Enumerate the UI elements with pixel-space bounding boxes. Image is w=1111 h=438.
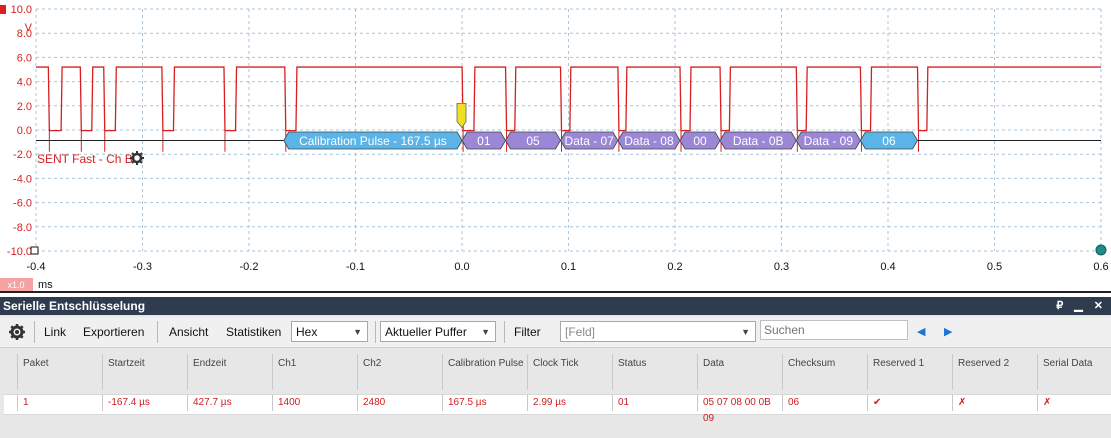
decoded-packet-label: 05 [526,134,540,148]
y-tick-label: 6.0 [17,52,32,64]
panel-title: Serielle Entschlüsselung [3,299,146,313]
table-row[interactable]: 1 -167.4 µs 427.7 µs 1400 2480 167.5 µs 2.99 µ… [4,394,1111,424]
decoded-packet-label: 01 [477,134,491,148]
table-cell: -167.4 µs [102,395,187,411]
x-tick-label: 0.2 [667,261,682,273]
link-button[interactable]: Link [44,322,66,342]
field-value: [Feld] [565,325,596,339]
settings-gear-icon[interactable] [8,322,28,342]
chevron-down-icon: ▼ [481,327,490,337]
table-cell: ✗ [952,395,1037,411]
scope-plot[interactable]: 10.08.06.04.02.00.0-2.0-4.0-6.0-8.0-10.0… [0,0,1111,293]
y-tick-label: 0.0 [17,125,32,137]
x-unit-label: ms [38,279,53,291]
y-tick-label: -8.0 [13,222,32,234]
decoded-packet-label: Data - 07 [565,134,615,148]
x-tick-label: 0.3 [774,261,789,273]
column-header[interactable]: Status [612,354,697,390]
column-header[interactable]: Ch2 [357,354,442,390]
x-tick-label: 0.0 [454,261,469,273]
column-header[interactable]: Serial Data [1037,354,1104,390]
ruler-handle-icon[interactable] [1095,244,1107,256]
y-tick-label: 10.0 [11,4,32,16]
search-prev-icon[interactable]: ◀ [917,322,925,342]
table-cell: 2.99 µs [527,395,612,411]
column-header[interactable]: Ch1 [272,354,357,390]
table-cell: 1400 [272,395,357,411]
x-tick-label: 0.5 [987,261,1002,273]
filter-button[interactable]: Filter [514,322,541,342]
view-button[interactable]: Ansicht [169,322,208,342]
x-tick-label: -0.4 [27,261,46,273]
buffer-select[interactable]: Aktueller Puffer ▼ [380,321,496,342]
decoded-packet-label: Data - 08 [624,134,674,148]
x-tick-label: 0.6 [1093,261,1108,273]
oscilloscope-view[interactable]: 10.0 8.0 6.0 4.0 2.0 0.0 -2.0 -4.0 -6.0 -8.0 -10.0… [0,0,1111,293]
column-header[interactable]: Calibration Pulse [442,354,527,390]
column-header[interactable]: Checksum [782,354,867,390]
x-tick-label: 0.1 [561,261,576,273]
table-cell: 01 [612,395,697,411]
y-tick-label: -6.0 [13,198,32,210]
y-tick-label: -2.0 [13,149,32,161]
export-button[interactable]: Exportieren [83,322,144,342]
serial-decoding-panel: Serielle Entschlüsselung ₽ ▁ ✕ Link Expo… [0,297,1111,438]
table-cell: 167.5 µs [442,395,527,411]
table-cell: 1 [17,395,102,411]
buffer-value: Aktueller Puffer [385,325,467,339]
table-cell: ✔ [867,395,952,411]
table-cell: 427.7 µs [187,395,272,411]
decoded-packet-label: 06 [882,134,896,148]
decoder-settings-gear-icon[interactable] [130,151,144,165]
chevron-down-icon: ▼ [741,327,750,337]
format-value: Hex [296,325,318,339]
table-cell: 06 [782,395,867,411]
window-controls[interactable]: ₽ ▁ ✕ [1056,297,1107,315]
column-header[interactable]: Startzeit [102,354,187,390]
table-cell: ✗ [1037,395,1104,411]
field-select[interactable]: [Feld] ▼ [560,321,756,342]
panel-titlebar: Serielle Entschlüsselung ₽ ▁ ✕ [0,297,1111,315]
column-header[interactable]: Paket [17,354,102,390]
channel-marker-icon[interactable] [0,5,6,14]
zoom-badge-label: x1.0 [7,280,24,290]
x-tick-label: -0.3 [133,261,152,273]
x-tick-label: 0.4 [880,261,895,273]
x-tick-label: -0.2 [240,261,259,273]
ruler-handle-icon[interactable] [30,246,39,255]
column-header[interactable]: Clock Tick [527,354,612,390]
decoder-toolbar: Link Exportieren Ansicht Statistiken Hex… [0,317,1111,348]
search-next-icon[interactable]: ▶ [944,322,952,342]
x-tick-label: -0.1 [346,261,365,273]
chevron-down-icon: ▼ [353,327,362,337]
y-tick-label: 4.0 [17,77,32,89]
y-tick-label: -4.0 [13,173,32,185]
decoder-label[interactable]: SENT Fast - Ch B [37,152,133,166]
trigger-marker-icon[interactable] [456,102,467,129]
table-cell: 05 07 08 00 0B 09 [697,395,782,424]
y-tick-label: -10.0 [7,246,32,258]
column-header[interactable]: Reserved 2 [952,354,1037,390]
search-input[interactable] [760,320,908,340]
decoded-packet-label: Data - 0B [733,134,784,148]
format-select[interactable]: Hex ▼ [291,321,368,342]
statistics-button[interactable]: Statistiken [226,322,281,342]
decoded-packet-label: Data - 09 [804,134,854,148]
decoded-packet-label: Calibration Pulse - 167.5 µs [299,134,447,148]
decoded-packet-label: 00 [693,134,707,148]
column-header[interactable]: Reserved 1 [867,354,952,390]
column-header[interactable]: Endzeit [187,354,272,390]
y-tick-label: 2.0 [17,101,32,113]
y-unit-label: V [25,22,33,34]
table-cell: 2480 [357,395,442,411]
column-header[interactable]: Data [697,354,782,390]
